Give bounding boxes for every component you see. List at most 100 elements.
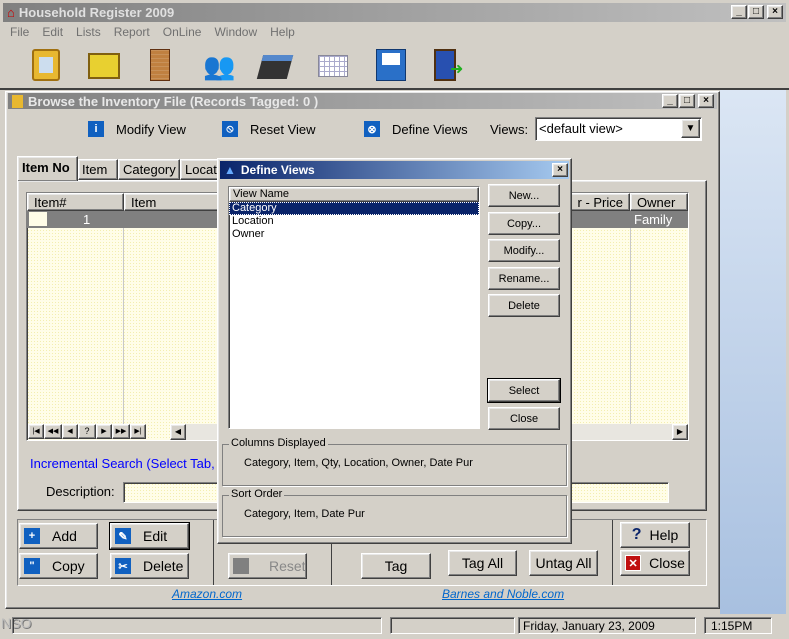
- help-label: Help: [649, 527, 679, 543]
- scroll-left-button[interactable]: ◀: [170, 424, 186, 440]
- chevron-down-icon[interactable]: ▼: [681, 119, 700, 138]
- prev-record-button[interactable]: ◀: [62, 424, 78, 439]
- reset-view-label: Reset View: [250, 121, 316, 137]
- prev-page-button[interactable]: ◀◀: [44, 424, 62, 439]
- views-select[interactable]: <default view> ▼: [535, 117, 702, 141]
- close-label: Close: [649, 555, 685, 571]
- file-drawer-icon[interactable]: [88, 53, 120, 79]
- close-button[interactable]: ✕ Close: [620, 550, 690, 576]
- menu-report[interactable]: Report: [114, 25, 150, 39]
- record-navigator: |◀ ◀◀ ◀ ? ▶ ▶▶ ▶|: [28, 424, 146, 439]
- app-title-bar: ⌂ Household Register 2009: [3, 3, 786, 22]
- close-window-button[interactable]: ×: [767, 5, 783, 19]
- toolbar: 👥 ➜: [30, 47, 470, 83]
- menu-window[interactable]: Window: [214, 25, 257, 39]
- reset-button[interactable]: Reset: [228, 553, 307, 579]
- inventory-title-bar: Browse the Inventory File (Records Tagge…: [8, 93, 717, 109]
- scroll-right-button[interactable]: ▶: [672, 424, 688, 440]
- tag-all-button[interactable]: Tag All: [448, 550, 517, 576]
- tab-category[interactable]: Category: [118, 159, 180, 180]
- barnes-noble-link[interactable]: Barnes and Noble.com: [442, 587, 564, 601]
- dialog-title-bar: ▲ Define Views: [220, 161, 569, 179]
- next-record-button[interactable]: ▶: [96, 424, 112, 439]
- dialog-icon: ▲: [224, 163, 236, 177]
- calculator-icon[interactable]: [256, 55, 294, 79]
- minimize-button[interactable]: _: [731, 5, 747, 19]
- list-item[interactable]: Location: [229, 215, 479, 228]
- menu-lists[interactable]: Lists: [76, 25, 101, 39]
- view-list[interactable]: View Name Category Location Owner: [228, 186, 480, 429]
- inventory-title: Browse the Inventory File (Records Tagge…: [28, 93, 319, 109]
- menu-online[interactable]: OnLine: [163, 25, 202, 39]
- sort-order-label: Sort Order: [229, 488, 285, 500]
- x-icon: ✕: [625, 555, 642, 571]
- menu-edit[interactable]: Edit: [42, 25, 63, 39]
- delete-view-button[interactable]: Delete: [488, 294, 560, 317]
- dialog-title: Define Views: [240, 163, 315, 177]
- help-button[interactable]: ? Help: [620, 522, 690, 548]
- edit-button[interactable]: ✎ Edit: [109, 522, 190, 550]
- inventory-icon: [12, 94, 23, 108]
- copy-label: Copy: [52, 558, 85, 574]
- cell-owner: Family: [634, 212, 673, 227]
- child-close-button[interactable]: ×: [698, 94, 714, 108]
- columns-displayed-label: Columns Displayed: [229, 437, 328, 449]
- rename-view-button[interactable]: Rename...: [488, 267, 560, 290]
- scissors-icon: ✂: [115, 558, 131, 574]
- select-view-button[interactable]: Select: [487, 378, 561, 403]
- question-icon: ?: [631, 526, 642, 543]
- modify-view-button[interactable]: i Modify View: [88, 121, 186, 137]
- add-button[interactable]: + Add: [19, 523, 98, 549]
- child-minimize-button[interactable]: _: [662, 94, 678, 108]
- pencil-icon: ✎: [115, 528, 131, 544]
- define-views-dialog: ▲ Define Views × View Name Category Locat…: [217, 158, 572, 544]
- find-button[interactable]: ?: [78, 424, 96, 439]
- define-views-icon: ⊗: [364, 121, 380, 137]
- define-views-label: Define Views: [392, 121, 468, 137]
- list-item[interactable]: Owner: [229, 228, 479, 241]
- reset-view-button[interactable]: ⦸ Reset View: [222, 121, 316, 137]
- menu-file[interactable]: File: [10, 25, 29, 39]
- columns-displayed-group: Columns Displayed Category, Item, Qty, L…: [222, 437, 567, 486]
- building-icon[interactable]: [150, 49, 170, 81]
- exit-door-icon[interactable]: ➜: [434, 49, 463, 81]
- col-header-item-no[interactable]: Item#: [27, 193, 124, 211]
- cell-item-no: 1: [83, 212, 91, 227]
- dialog-close-button[interactable]: ×: [552, 163, 568, 177]
- tab-item-no[interactable]: Item No: [17, 156, 78, 181]
- people-icon[interactable]: 👥: [203, 51, 235, 82]
- first-record-button[interactable]: |◀: [28, 424, 44, 439]
- tab-item[interactable]: Item: [78, 159, 118, 180]
- col-header-owner[interactable]: Owner: [630, 193, 688, 211]
- status-date: Friday, January 23, 2009: [518, 617, 696, 634]
- views-label: Views:: [490, 122, 529, 137]
- new-view-button[interactable]: New...: [488, 184, 560, 207]
- last-record-button[interactable]: ▶|: [130, 424, 146, 439]
- col-header-item[interactable]: Item: [124, 193, 224, 211]
- no-entry-icon: ⦸: [222, 121, 238, 137]
- modify-view-dialog-button[interactable]: Modify...: [488, 239, 560, 262]
- calendar-icon[interactable]: [318, 55, 348, 77]
- app-icon: ⌂: [7, 5, 15, 20]
- list-item[interactable]: Category: [229, 202, 479, 215]
- reset-icon: [233, 558, 249, 574]
- view-name-header[interactable]: View Name: [229, 187, 479, 202]
- define-views-button[interactable]: ⊗ Define Views: [364, 121, 468, 137]
- child-maximize-button[interactable]: □: [679, 94, 695, 108]
- edit-label: Edit: [143, 528, 168, 544]
- untag-all-button[interactable]: Untag All: [529, 550, 598, 576]
- tag-label: Tag: [384, 558, 408, 574]
- columns-displayed-value: Category, Item, Qty, Location, Owner, Da…: [244, 457, 473, 469]
- close-dialog-button[interactable]: Close: [488, 407, 560, 430]
- floppy-disk-icon[interactable]: [376, 49, 406, 81]
- tag-button[interactable]: Tag: [361, 553, 431, 579]
- copy-view-button[interactable]: Copy...: [488, 212, 560, 235]
- amazon-link[interactable]: Amazon.com: [172, 587, 242, 601]
- description-label: Description:: [46, 484, 115, 499]
- menu-help[interactable]: Help: [270, 25, 295, 39]
- maximize-button[interactable]: □: [748, 5, 764, 19]
- copy-button[interactable]: " Copy: [19, 553, 98, 579]
- delete-button[interactable]: ✂ Delete: [110, 553, 189, 579]
- clipboard-icon[interactable]: [32, 49, 60, 81]
- next-page-button[interactable]: ▶▶: [112, 424, 130, 439]
